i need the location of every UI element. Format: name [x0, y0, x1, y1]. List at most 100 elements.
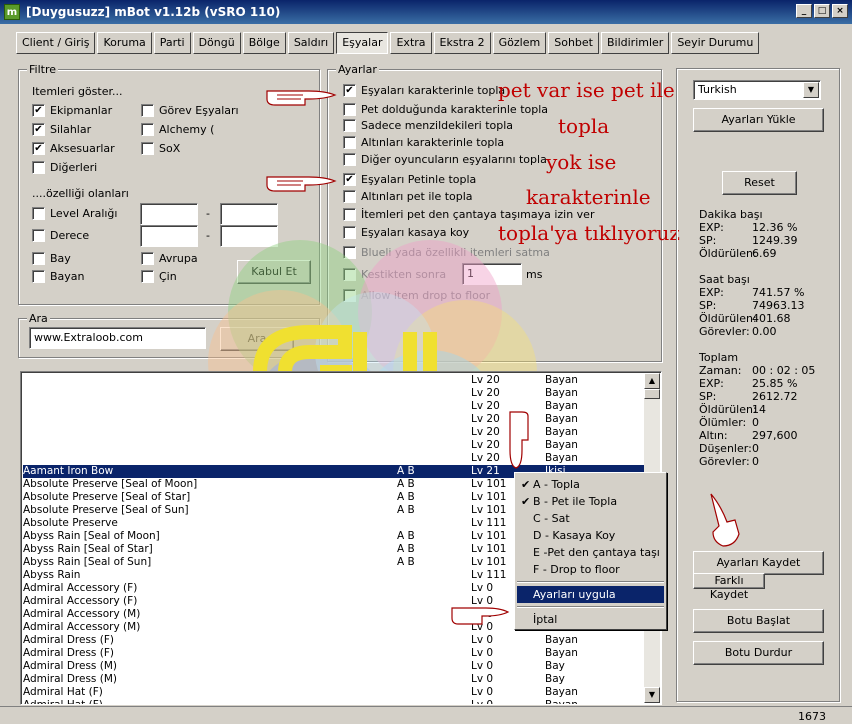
minimize-button[interactable]: _ [796, 4, 812, 18]
checkbox-box[interactable] [343, 136, 356, 149]
context-menu-item-3[interactable]: D - Kasaya Koy [517, 527, 664, 544]
context-menu-item-5[interactable]: F - Drop to floor [517, 561, 664, 578]
cancel-menu-item[interactable]: İptal [517, 611, 664, 628]
tab-12[interactable]: Seyir Durumu [671, 32, 760, 54]
tab-8[interactable]: Ekstra 2 [433, 32, 491, 54]
tab-2[interactable]: Parti [153, 32, 191, 54]
save-as-button[interactable]: Farklı Kaydet [693, 573, 765, 601]
degree-min-input[interactable] [140, 225, 198, 247]
load-settings-button[interactable]: Ayarları Yükle [693, 108, 824, 132]
filter-checkbox-0[interactable]: ✔ Ekipmanlar [32, 104, 112, 117]
setting-checkbox-0[interactable]: ✔ Eşyaları karakterinle topla [343, 84, 505, 97]
setting-checkbox-2[interactable]: Sadece menzildekileri topla [343, 119, 513, 132]
list-row[interactable]: Lv 20 Bayan [23, 400, 645, 413]
checkbox-box[interactable] [343, 153, 356, 166]
setting-checkbox-11[interactable]: Allow item drop to floor [343, 289, 490, 302]
list-row[interactable]: Admiral Dress (F) Lv 0 Bayan [23, 647, 645, 660]
search-button[interactable]: Ara [220, 327, 294, 351]
save-settings-button[interactable]: Ayarları Kaydet [693, 551, 824, 575]
list-row[interactable]: Lv 20 Bayan [23, 452, 645, 465]
stop-bot-button[interactable]: Botu Durdur [693, 641, 824, 665]
context-menu-item-0[interactable]: ✔ A - Topla [517, 476, 664, 493]
tab-7[interactable]: Extra [390, 32, 432, 54]
checkbox-box[interactable]: ✔ [32, 142, 45, 155]
checkbox-box[interactable] [343, 190, 356, 203]
setting-checkbox-10[interactable]: Kestikten sonra [343, 268, 446, 281]
checkbox-box[interactable]: ✔ [32, 123, 45, 136]
level-max-input[interactable] [220, 203, 278, 225]
setting-checkbox-8[interactable]: Eşyaları kasaya koy [343, 226, 469, 239]
scroll-thumb[interactable] [644, 389, 660, 399]
search-input[interactable]: www.Extraloob.com [29, 327, 206, 349]
filter-checkbox-2[interactable]: ✔ Aksesuarlar [32, 142, 115, 155]
list-row[interactable]: Admiral Dress (F) Lv 0 Bayan [23, 634, 645, 647]
context-menu-item-4[interactable]: E -Pet den çantaya taşı [517, 544, 664, 561]
checkbox-box[interactable] [32, 270, 45, 283]
tab-5[interactable]: Saldırı [287, 32, 335, 54]
checkbox-box[interactable] [32, 229, 45, 242]
checkbox-box[interactable] [141, 142, 154, 155]
context-menu-item-2[interactable]: C - Sat [517, 510, 664, 527]
scroll-up-arrow-icon[interactable]: ▲ [644, 373, 660, 389]
tab-3[interactable]: Döngü [192, 32, 241, 54]
checkbox-box[interactable]: ✔ [343, 173, 356, 186]
setting-checkbox-5[interactable]: ✔ Eşyaları Petinle topla [343, 173, 476, 186]
context-menu-item-1[interactable]: ✔ B - Pet ile Topla [517, 493, 664, 510]
checkbox-box[interactable] [343, 119, 356, 132]
setting-checkbox-7[interactable]: İtemleri pet den çantaya taşımaya izin v… [343, 208, 594, 221]
checkbox-box[interactable] [343, 289, 356, 302]
checkbox-box[interactable] [141, 270, 154, 283]
maximize-button[interactable]: □ [814, 4, 830, 18]
list-row[interactable]: Admiral Dress (M) Lv 0 Bay [23, 660, 645, 673]
setting-checkbox-4[interactable]: Diğer oyuncuların eşyalarını topla [343, 153, 547, 166]
filter-checkbox-4[interactable]: Görev Eşyaları [141, 104, 239, 117]
checkbox-box[interactable]: ✔ [32, 104, 45, 117]
delay-input[interactable]: 1 [462, 263, 522, 285]
checkbox-box[interactable] [343, 246, 356, 259]
checkbox-box[interactable] [343, 103, 356, 116]
checkbox-box[interactable] [141, 104, 154, 117]
tab-0[interactable]: Client / Giriş [16, 32, 96, 54]
start-bot-button[interactable]: Botu Başlat [693, 609, 824, 633]
tab-10[interactable]: Sohbet [548, 32, 599, 54]
checkbox-box[interactable] [32, 207, 45, 220]
setting-checkbox-6[interactable]: Altınları pet ile topla [343, 190, 473, 203]
list-row[interactable]: Admiral Hat (F) Lv 0 Bayan [23, 686, 645, 699]
checkbox-box[interactable] [32, 161, 45, 174]
list-row[interactable]: Lv 20 Bayan [23, 426, 645, 439]
degree-max-input[interactable] [220, 225, 278, 247]
female-checkbox[interactable]: Bayan [32, 270, 85, 283]
checkbox-box[interactable] [343, 226, 356, 239]
setting-checkbox-3[interactable]: Altınları karakterinle topla [343, 136, 504, 149]
checkbox-box[interactable]: ✔ [343, 84, 356, 97]
checkbox-box[interactable] [141, 252, 154, 265]
tab-11[interactable]: Bildirimler [600, 32, 670, 54]
filter-checkbox-6[interactable]: SoX [141, 142, 180, 155]
checkbox-box[interactable] [343, 268, 356, 281]
level-range-checkbox[interactable]: Level Aralığı [32, 207, 117, 220]
male-checkbox[interactable]: Bay [32, 252, 71, 265]
list-row[interactable]: Admiral Hat (F) Lv 0 Bayan [23, 699, 645, 704]
reset-button[interactable]: Reset [722, 171, 797, 195]
europe-checkbox[interactable]: Avrupa [141, 252, 198, 265]
filter-checkbox-1[interactable]: ✔ Silahlar [32, 123, 91, 136]
checkbox-box[interactable] [343, 208, 356, 221]
apply-settings-menu-item[interactable]: Ayarları uygula [517, 586, 664, 603]
close-button[interactable]: × [832, 4, 848, 18]
checkbox-box[interactable] [141, 123, 154, 136]
language-select[interactable]: Turkish ▼ [693, 80, 821, 100]
china-checkbox[interactable]: Çin [141, 270, 177, 283]
level-min-input[interactable] [140, 203, 198, 225]
list-row[interactable]: Admiral Dress (M) Lv 0 Bay [23, 673, 645, 686]
filter-checkbox-3[interactable]: Diğerleri [32, 161, 97, 174]
checkbox-box[interactable] [32, 252, 45, 265]
accept-filter-button[interactable]: Kabul Et [237, 260, 311, 284]
list-row[interactable]: Lv 20 Bayan [23, 413, 645, 426]
list-row[interactable]: Lv 20 Bayan [23, 387, 645, 400]
tab-6[interactable]: Eşyalar [336, 32, 389, 54]
chevron-down-icon[interactable]: ▼ [803, 82, 819, 98]
list-row[interactable]: Lv 20 Bayan [23, 439, 645, 452]
degree-checkbox[interactable]: Derece [32, 229, 89, 242]
filter-checkbox-5[interactable]: Alchemy ( [141, 123, 214, 136]
setting-checkbox-1[interactable]: Pet dolduğunda karakterinle topla [343, 103, 548, 116]
